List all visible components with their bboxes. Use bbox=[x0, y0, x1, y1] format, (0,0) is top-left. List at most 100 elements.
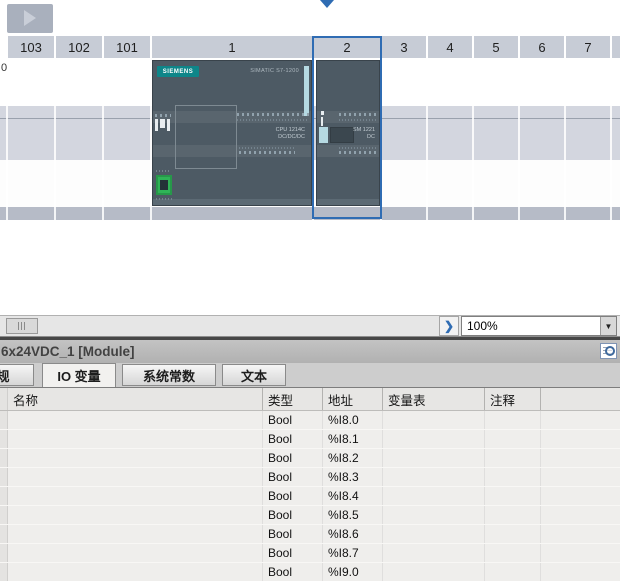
column-header-type[interactable]: 类型 bbox=[262, 388, 322, 410]
slot-header-2[interactable]: 2 bbox=[314, 36, 380, 58]
expand-chevron-button[interactable]: ❯ bbox=[439, 316, 459, 336]
cpu-spec-label: DC/DC/DC bbox=[276, 134, 305, 141]
scrollbar-thumb[interactable] bbox=[6, 318, 38, 334]
cell-tag-table bbox=[382, 544, 484, 562]
cell-empty bbox=[540, 430, 620, 448]
terminal-label-dots bbox=[339, 119, 377, 121]
cell-tag-table bbox=[382, 506, 484, 524]
terminal-dots bbox=[155, 114, 171, 117]
cell-empty bbox=[540, 506, 620, 524]
slot-header-5[interactable]: 5 bbox=[474, 36, 518, 58]
row-gutter bbox=[0, 468, 8, 486]
io-tag-row[interactable]: Bool %I8.4 bbox=[0, 487, 620, 506]
rack-number-label: 0 bbox=[1, 62, 7, 74]
cell-comment bbox=[484, 430, 540, 448]
io-tag-row[interactable]: Bool %I8.6 bbox=[0, 525, 620, 544]
properties-window-icon[interactable] bbox=[600, 343, 617, 359]
row-gutter bbox=[0, 411, 8, 429]
tab-系统常数[interactable]: 系统常数 bbox=[122, 364, 216, 386]
tab-io-变量[interactable]: IO 变量 bbox=[42, 363, 116, 387]
io-tag-row[interactable]: Bool %I8.5 bbox=[0, 506, 620, 525]
slot-separator bbox=[564, 58, 566, 220]
row-gutter bbox=[0, 430, 8, 448]
slot-header-partial[interactable] bbox=[612, 36, 620, 58]
slot-header-103[interactable]: 103 bbox=[8, 36, 54, 58]
cell-address: %I9.0 bbox=[322, 563, 382, 581]
cell-address: %I8.6 bbox=[322, 525, 382, 543]
io-tag-row[interactable]: Bool %I8.3 bbox=[0, 468, 620, 487]
profinet-jack bbox=[160, 180, 168, 190]
slot-header-101[interactable]: 101 bbox=[104, 36, 150, 58]
terminal-dots bbox=[239, 151, 295, 154]
tab-文本[interactable]: 文本 bbox=[222, 364, 286, 386]
cell-comment bbox=[484, 411, 540, 429]
terminal-dots bbox=[339, 113, 377, 116]
rack-nav-button[interactable] bbox=[7, 4, 53, 33]
slot-header-3[interactable]: 3 bbox=[382, 36, 426, 58]
chevron-right-icon: ❯ bbox=[444, 319, 454, 333]
io-tag-row[interactable]: Bool %I8.2 bbox=[0, 449, 620, 468]
cpu-device-image[interactable]: SIEMENS SIMATIC S7-1200 CPU 1214C DC/DC/… bbox=[152, 60, 312, 206]
zoom-select[interactable]: 100% ▼ bbox=[461, 316, 617, 336]
cell-name bbox=[8, 411, 262, 429]
cell-name bbox=[8, 544, 262, 562]
cell-name bbox=[8, 468, 262, 486]
slot-marker-icon bbox=[320, 0, 334, 8]
cell-comment bbox=[484, 487, 540, 505]
cell-type: Bool bbox=[262, 411, 322, 429]
io-tag-row[interactable]: Bool %I8.0 bbox=[0, 411, 620, 430]
table-header: 名称 类型 地址 变量表 注释 bbox=[0, 388, 620, 411]
terminal-dots bbox=[237, 113, 309, 116]
column-header-name[interactable]: 名称 bbox=[8, 388, 262, 410]
cell-address: %I8.7 bbox=[322, 544, 382, 562]
cell-name bbox=[8, 525, 262, 543]
cell-tag-table bbox=[382, 449, 484, 467]
column-header-tag-table[interactable]: 变量表 bbox=[382, 388, 484, 410]
cell-empty bbox=[540, 449, 620, 467]
slot-header-6[interactable]: 6 bbox=[520, 36, 564, 58]
terminal-label-dots bbox=[339, 147, 377, 149]
io-tag-row[interactable]: Bool %I8.1 bbox=[0, 430, 620, 449]
row-gutter bbox=[0, 563, 8, 581]
cell-empty bbox=[540, 411, 620, 429]
cell-type: Bool bbox=[262, 468, 322, 486]
row-gutter bbox=[0, 525, 8, 543]
slot-separator bbox=[426, 58, 428, 220]
cpu-connector-bar bbox=[304, 66, 309, 116]
cell-type: Bool bbox=[262, 430, 322, 448]
profinet-port bbox=[156, 175, 172, 195]
slot-separator bbox=[610, 58, 612, 220]
module-model-label: SM 1221 bbox=[353, 127, 375, 134]
properties-header: 6x24VDC_1 [Module] bbox=[0, 340, 620, 363]
column-header-comment[interactable]: 注释 bbox=[484, 388, 540, 410]
cell-name bbox=[8, 506, 262, 524]
cell-name bbox=[8, 430, 262, 448]
play-arrow-icon bbox=[24, 10, 36, 26]
zoom-value: 100% bbox=[462, 319, 600, 333]
row-gutter bbox=[0, 388, 8, 410]
signal-module-image[interactable]: SM 1221 DC bbox=[316, 60, 380, 206]
slot-separator bbox=[518, 58, 520, 220]
terminal-label-dots bbox=[237, 119, 309, 121]
slot-separator bbox=[6, 58, 8, 220]
slot-header-102[interactable]: 102 bbox=[56, 36, 102, 58]
io-tag-row[interactable]: Bool %I8.7 bbox=[0, 544, 620, 563]
cell-comment bbox=[484, 563, 540, 581]
io-tag-row[interactable]: Bool %I9.0 bbox=[0, 563, 620, 581]
zoom-dropdown-button[interactable]: ▼ bbox=[600, 317, 616, 335]
cell-name bbox=[8, 563, 262, 581]
cell-tag-table bbox=[382, 525, 484, 543]
cell-type: Bool bbox=[262, 525, 322, 543]
module-led bbox=[321, 111, 324, 115]
column-header-address[interactable]: 地址 bbox=[322, 388, 382, 410]
properties-tab-bar: 规 IO 变量系统常数文本 bbox=[0, 363, 620, 388]
magnifier-icon bbox=[605, 346, 615, 356]
slot-header-1[interactable]: 1 bbox=[152, 36, 312, 58]
cpu-bottom-edge bbox=[153, 199, 311, 205]
slot-header-4[interactable]: 4 bbox=[428, 36, 472, 58]
tab-general-partial[interactable]: 规 bbox=[0, 364, 34, 386]
row-gutter bbox=[0, 487, 8, 505]
slot-header-7[interactable]: 7 bbox=[566, 36, 610, 58]
cell-comment bbox=[484, 506, 540, 524]
cell-address: %I8.1 bbox=[322, 430, 382, 448]
